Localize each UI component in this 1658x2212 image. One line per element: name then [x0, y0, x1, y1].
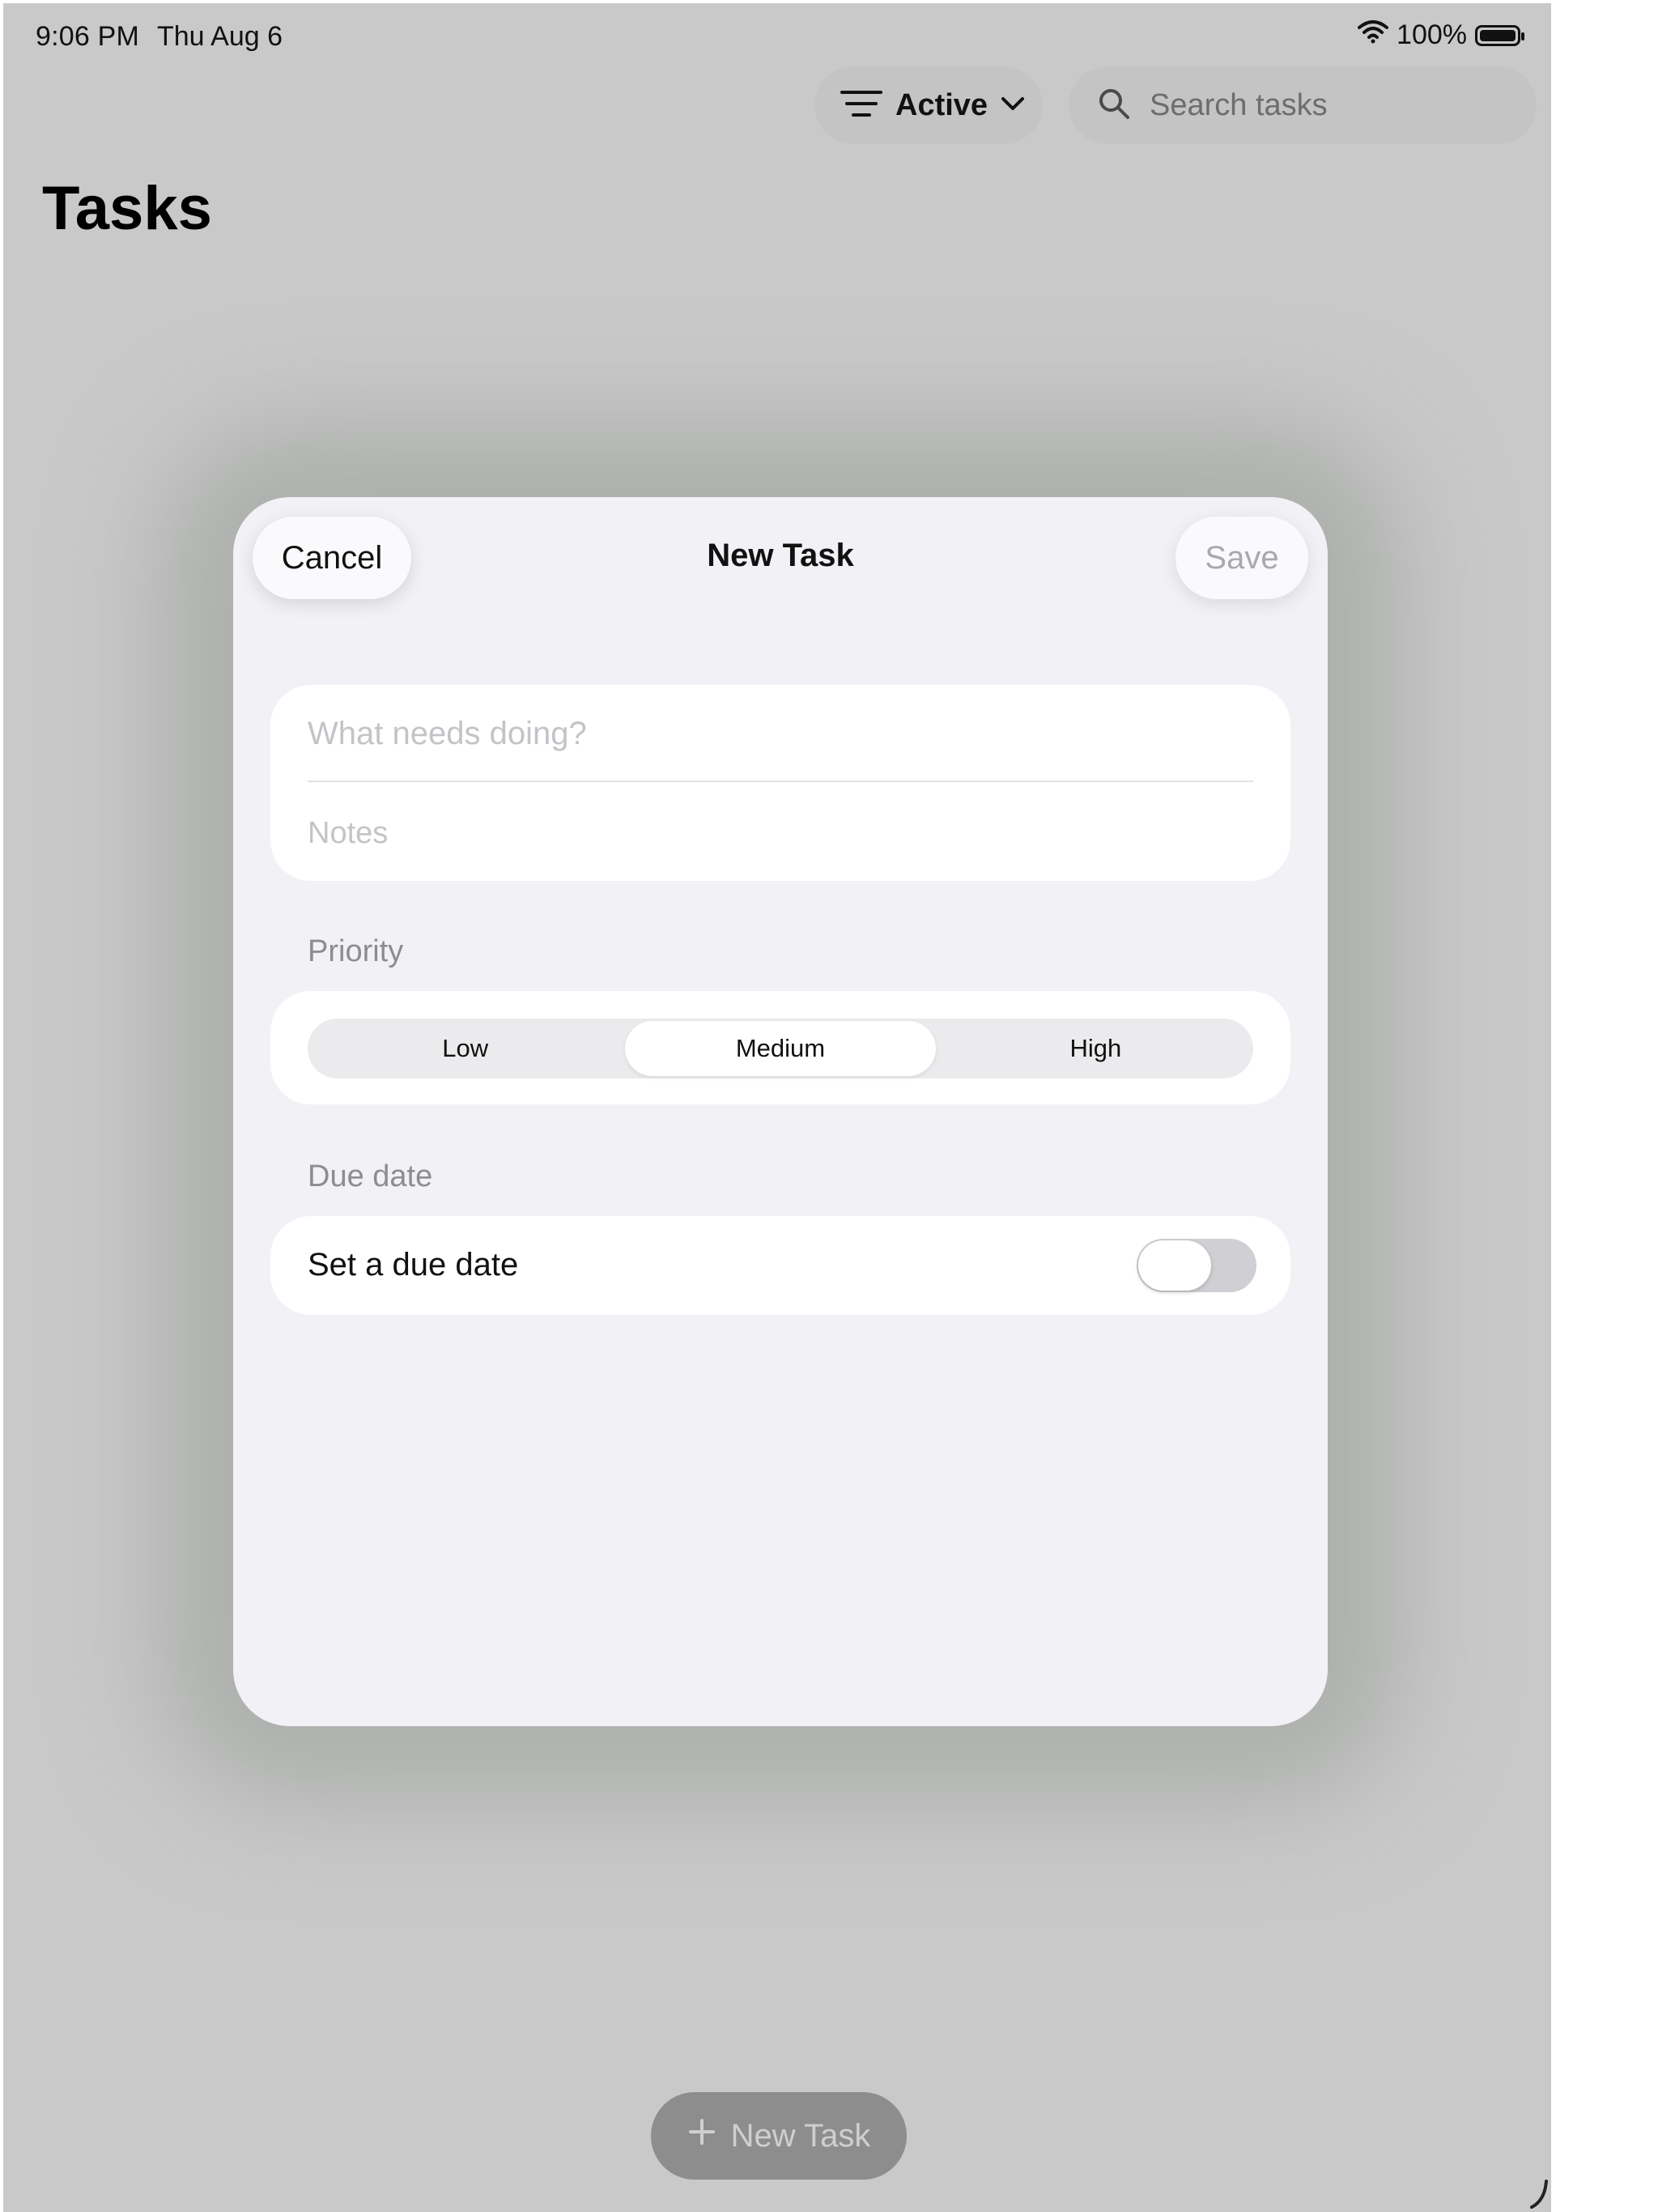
status-date: Thu Aug 6	[157, 21, 283, 52]
new-task-sheet: Cancel New Task Save What needs doing? N…	[233, 497, 1328, 1726]
ipad-screen: 9:06 PM Thu Aug 6 100% Active Search tas…	[3, 3, 1551, 2212]
priority-section-label: Priority	[308, 934, 404, 968]
save-button[interactable]: Save	[1175, 517, 1308, 599]
status-indicators: 100%	[1358, 19, 1524, 51]
search-input[interactable]	[1148, 87, 1491, 124]
divider	[308, 781, 1253, 782]
priority-card: Low Medium High	[270, 991, 1290, 1104]
due-date-card: Set a due date	[270, 1216, 1290, 1315]
task-details-card: What needs doing? Notes	[270, 685, 1290, 881]
new-task-button[interactable]: New Task	[651, 2092, 907, 2180]
priority-option-high[interactable]: High	[941, 1021, 1251, 1076]
resize-handle-icon	[1530, 2180, 1550, 2212]
task-title-field[interactable]: What needs doing?	[308, 716, 587, 752]
priority-segmented-control: Low Medium High	[308, 1019, 1253, 1078]
filter-label: Active	[895, 87, 988, 122]
due-date-toggle[interactable]	[1137, 1239, 1256, 1292]
page-title: Tasks	[42, 174, 212, 243]
new-task-button-label: New Task	[730, 2117, 871, 2154]
search-icon	[1098, 87, 1130, 124]
notes-field[interactable]: Notes	[308, 816, 388, 851]
plus-icon	[687, 2117, 716, 2155]
battery-percent: 100%	[1397, 19, 1467, 50]
due-date-section-label: Due date	[308, 1159, 433, 1193]
filter-menu-button[interactable]: Active	[814, 66, 1043, 144]
priority-option-medium[interactable]: Medium	[625, 1021, 936, 1076]
status-time: 9:06 PM	[36, 21, 140, 52]
search-field[interactable]	[1069, 66, 1537, 144]
wifi-icon	[1358, 19, 1389, 51]
battery-icon	[1475, 24, 1524, 46]
priority-option-low[interactable]: Low	[310, 1021, 620, 1076]
due-date-toggle-label: Set a due date	[308, 1247, 519, 1283]
sheet-title: New Task	[707, 538, 854, 573]
toggle-knob	[1138, 1240, 1211, 1291]
chevron-down-icon	[1001, 96, 1025, 116]
filter-icon	[840, 89, 882, 122]
